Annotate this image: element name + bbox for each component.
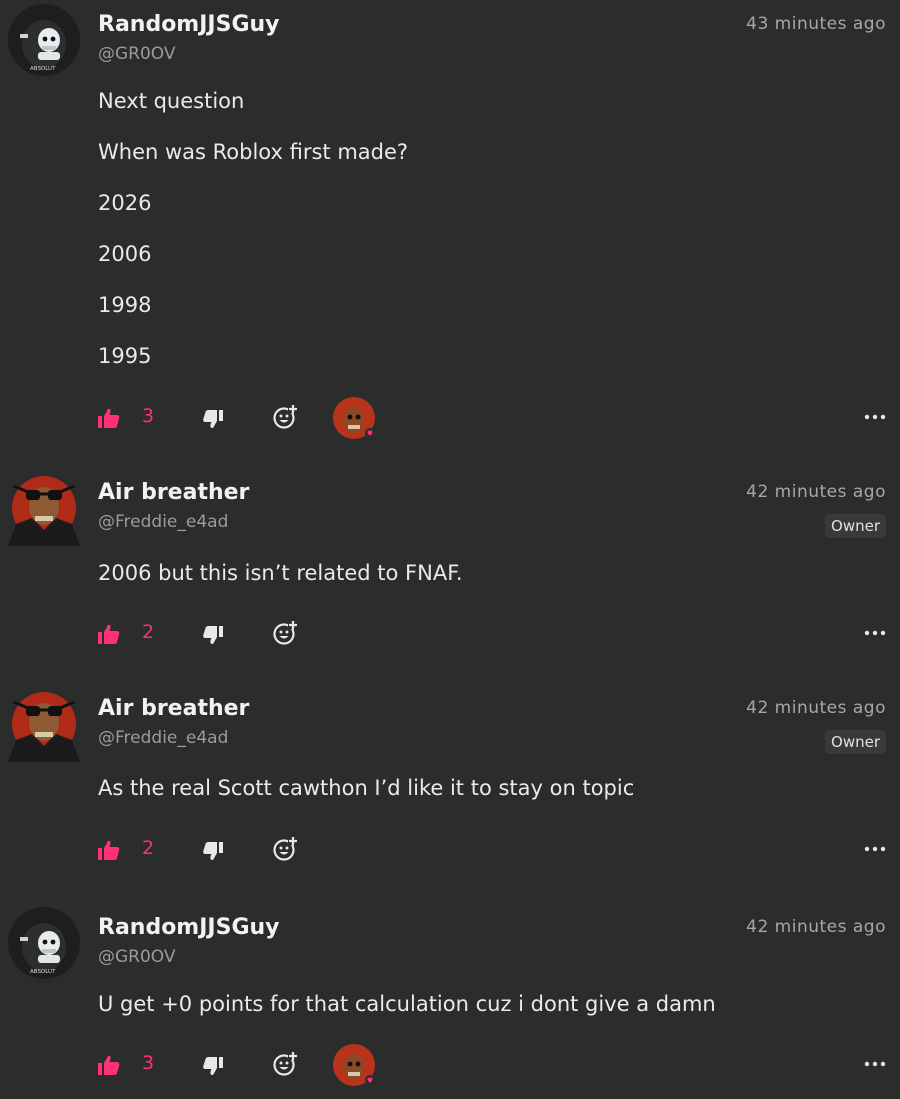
action-bar: 2 (0, 830, 900, 870)
masked-skull-avatar-icon (4, 684, 82, 762)
add-reaction-icon[interactable] (272, 1051, 298, 1077)
thumbs-up-icon[interactable] (98, 624, 120, 644)
more-options-icon[interactable] (864, 414, 886, 420)
thumbs-up-icon[interactable] (98, 408, 120, 428)
post-body: Next question When was Roblox first made… (98, 76, 408, 382)
thumbs-down-icon[interactable] (203, 410, 223, 428)
post-line: As the real Scott cawthon I’d like it to… (98, 776, 635, 800)
reaction-avatar[interactable] (332, 396, 376, 440)
thumbs-down-icon[interactable] (203, 626, 223, 644)
like-count: 3 (142, 405, 155, 427)
author-name[interactable]: Air breather (98, 696, 249, 721)
action-bar: 3 (0, 396, 900, 440)
post-line: 2006 but this isn’t related to FNAF. (98, 561, 463, 585)
action-bar: 2 (0, 614, 900, 654)
author-handle[interactable]: @Freddie_e4ad (98, 512, 228, 532)
thumbs-up-icon[interactable] (98, 1055, 120, 1075)
thumbs-down-icon[interactable] (203, 1057, 223, 1075)
author-handle[interactable]: @GR0OV (98, 947, 176, 967)
like-count: 3 (142, 1052, 155, 1074)
post: ABSOLUT RandomJJSGuy @GR0OV 43 minutes a… (0, 0, 900, 450)
more-options-icon[interactable] (864, 630, 886, 636)
avatar[interactable] (4, 468, 82, 546)
post: Air breather @Freddie_e4ad 42 minutes ag… (0, 468, 900, 668)
author-name[interactable]: RandomJJSGuy (98, 915, 280, 940)
timestamp: 42 minutes ago (746, 917, 886, 937)
more-options-icon[interactable] (864, 1061, 886, 1067)
avatar[interactable]: ABSOLUT (8, 907, 80, 979)
reaction-avatar[interactable] (332, 1043, 376, 1087)
add-reaction-icon[interactable] (272, 620, 298, 646)
post-line: 1998 (98, 293, 152, 317)
post-line: U get +0 points for that calculation cuz… (98, 992, 716, 1016)
skeleton-avatar-icon: ABSOLUT (8, 907, 80, 979)
action-bar: 3 (0, 1043, 900, 1087)
author-handle[interactable]: @Freddie_e4ad (98, 728, 228, 748)
post-line: 2026 (98, 191, 152, 215)
avatar-caption: ABSOLUT (30, 66, 56, 72)
post: Air breather @Freddie_e4ad 42 minutes ag… (0, 684, 900, 884)
timestamp: 42 minutes ago (746, 482, 886, 502)
timestamp: 42 minutes ago (746, 698, 886, 718)
post-line: When was Roblox first made? (98, 140, 409, 164)
skeleton-avatar-icon: ABSOLUT (8, 4, 80, 76)
owner-badge: Owner (825, 730, 886, 754)
like-count: 2 (142, 837, 155, 859)
author-handle[interactable]: @GR0OV (98, 44, 176, 64)
thumbs-up-icon[interactable] (98, 840, 120, 860)
like-count: 2 (142, 621, 155, 643)
author-name[interactable]: Air breather (98, 480, 249, 505)
post-body: 2006 but this isn’t related to FNAF. (98, 548, 463, 599)
avatar[interactable]: ABSOLUT (8, 4, 80, 76)
post-body: As the real Scott cawthon I’d like it to… (98, 763, 634, 814)
post-body: U get +0 points for that calculation cuz… (98, 979, 716, 1030)
owner-badge: Owner (825, 514, 886, 538)
masked-skull-avatar-icon (4, 468, 82, 546)
avatar-caption: ABSOLUT (30, 969, 56, 975)
add-reaction-icon[interactable] (272, 404, 298, 430)
post: ABSOLUT RandomJJSGuy @GR0OV 42 minutes a… (0, 903, 900, 1099)
post-line: Next question (98, 89, 245, 113)
author-name[interactable]: RandomJJSGuy (98, 12, 280, 37)
post-line: 2006 (98, 242, 152, 266)
thumbs-down-icon[interactable] (203, 842, 223, 860)
avatar[interactable] (4, 684, 82, 762)
add-reaction-icon[interactable] (272, 836, 298, 862)
post-line: 1995 (98, 344, 152, 368)
timestamp: 43 minutes ago (746, 14, 886, 34)
more-options-icon[interactable] (864, 846, 886, 852)
